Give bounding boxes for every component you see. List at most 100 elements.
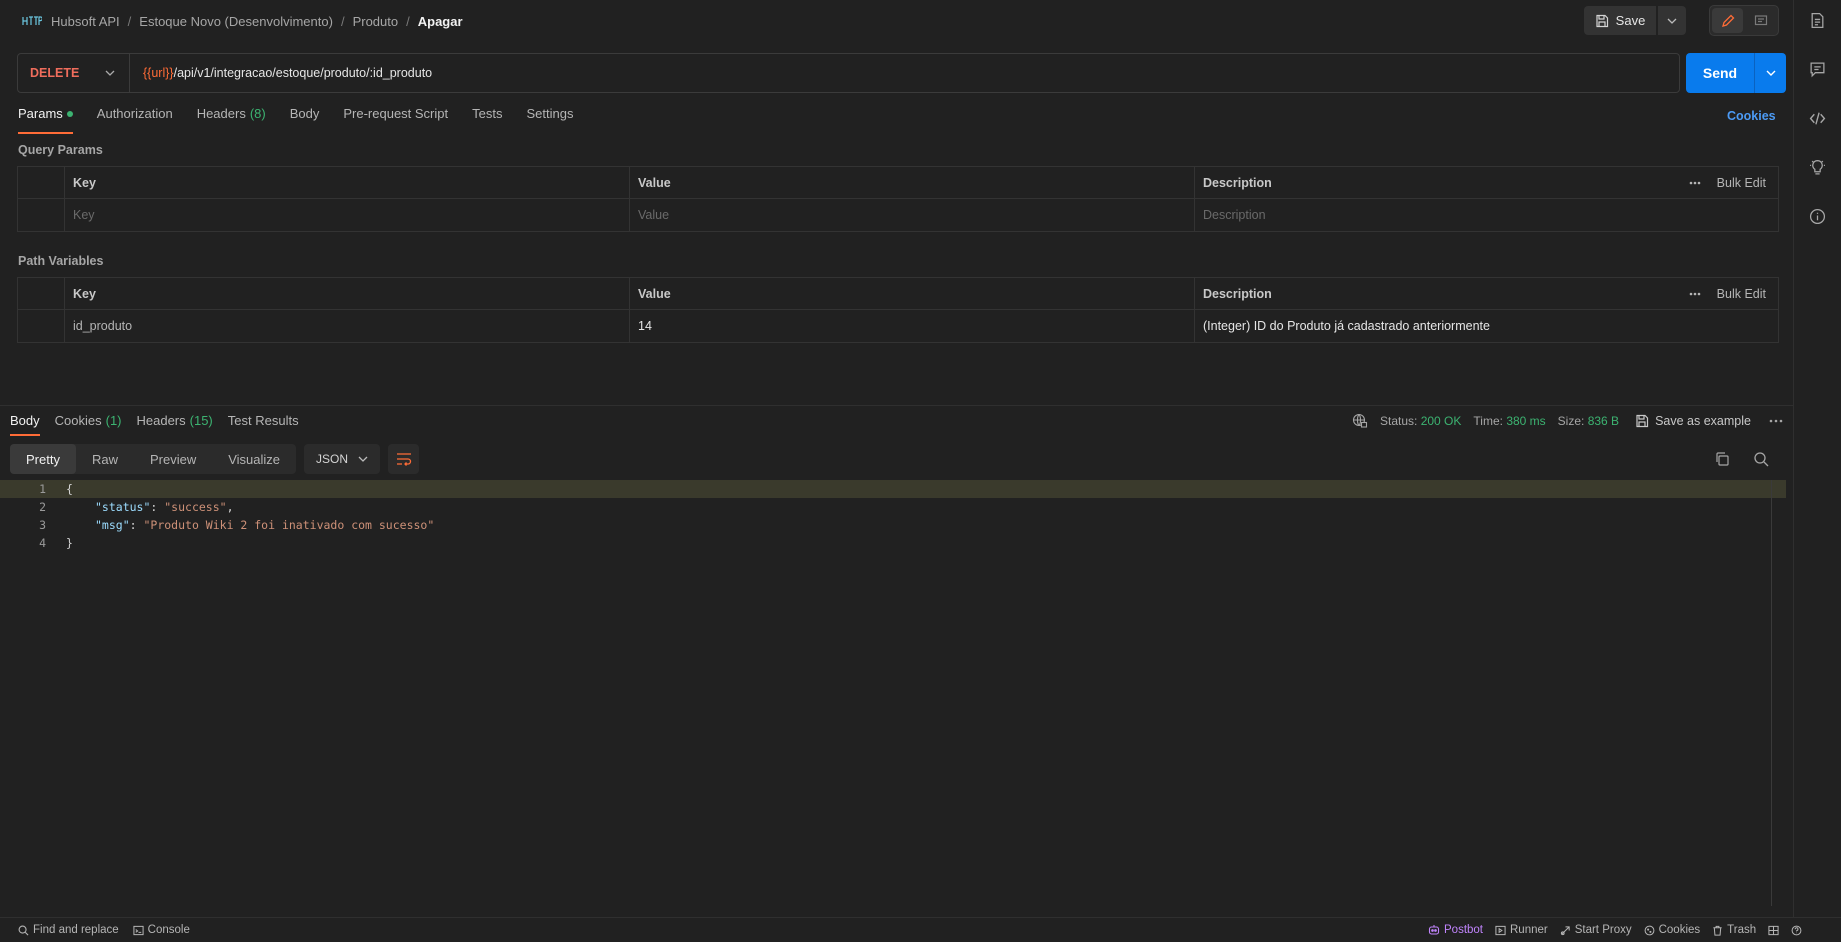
documentation-icon[interactable] [1806, 8, 1830, 32]
breadcrumb-item-folder[interactable]: Estoque Novo (Desenvolvimento) [139, 14, 333, 29]
view-pretty-button[interactable]: Pretty [10, 444, 76, 474]
tab-settings-label: Settings [526, 106, 574, 121]
json-key-msg: "msg" [95, 518, 130, 532]
tab-tests-label: Tests [472, 106, 503, 121]
comment-icon [1754, 14, 1768, 28]
save-button[interactable]: Save [1584, 6, 1656, 35]
breadcrumb-item-collection[interactable]: Hubsoft API [51, 14, 120, 29]
bulk-edit-button[interactable]: Bulk Edit [1717, 176, 1766, 190]
row-checkbox-cell [18, 310, 64, 342]
method-select[interactable]: DELETE [18, 54, 130, 92]
params-indicator-dot [66, 111, 73, 117]
description-input[interactable]: Description [1194, 199, 1778, 231]
response-tab-test-results[interactable]: Test Results [228, 413, 299, 436]
url-bar: DELETE {{url}}/api/v1/integracao/estoque… [17, 53, 1680, 93]
tab-pre-request-script[interactable]: Pre-request Script [343, 106, 448, 134]
url-input[interactable]: {{url}}/api/v1/integracao/estoque/produt… [130, 66, 432, 80]
help-icon[interactable] [1791, 925, 1802, 936]
cookies-link[interactable]: Cookies [1727, 109, 1776, 123]
save-as-example-label: Save as example [1655, 414, 1751, 428]
column-header-description: Description [1194, 278, 1679, 309]
edit-mode-button[interactable] [1712, 8, 1743, 33]
checkbox-column-header [18, 167, 64, 198]
response-tab-cookies[interactable]: Cookies (1) [55, 413, 122, 436]
response-divider[interactable] [0, 405, 1793, 406]
status-bar-right: Postbot Runner Start Proxy Cookies Trash [1428, 924, 1802, 936]
editor-scrollbar[interactable] [1771, 480, 1772, 906]
pencil-icon [1721, 14, 1735, 28]
value-input[interactable]: Value [629, 199, 1194, 231]
path-variable-value-input[interactable]: 14 [629, 310, 1194, 342]
response-body-editor[interactable]: 1 { 2 "status": "success", 3 "msg": "Pro… [0, 480, 1786, 552]
trash-button[interactable]: Trash [1712, 924, 1756, 936]
response-tab-headers[interactable]: Headers (15) [137, 413, 213, 436]
size-info[interactable]: Size: 836 B [1558, 414, 1619, 428]
column-header-key: Key [64, 278, 629, 309]
tab-authorization[interactable]: Authorization [97, 106, 173, 134]
send-options-button[interactable] [1754, 53, 1786, 93]
globe-icon[interactable] [1352, 413, 1368, 429]
status-info[interactable]: Status: 200 OK [1380, 414, 1461, 428]
postbot-label: Postbot [1444, 924, 1483, 936]
view-preview-button[interactable]: Preview [134, 444, 212, 474]
bulk-edit-button[interactable]: Bulk Edit [1717, 287, 1766, 301]
search-icon [18, 925, 29, 936]
console-button[interactable]: Console [133, 924, 190, 936]
cookies-button[interactable]: Cookies [1644, 924, 1700, 936]
save-icon [1635, 414, 1649, 428]
time-value: 380 ms [1506, 414, 1546, 428]
key-input[interactable]: Key [64, 199, 629, 231]
row-checkbox-cell [18, 199, 64, 231]
column-header-key: Key [64, 167, 629, 198]
response-cookies-count: (1) [105, 413, 122, 428]
save-as-example-button[interactable]: Save as example [1635, 414, 1751, 428]
tab-tests[interactable]: Tests [472, 106, 502, 134]
more-options-icon[interactable] [1769, 419, 1783, 423]
table-header-row: Key Value Description Bulk Edit [18, 278, 1778, 310]
tab-params[interactable]: Params [18, 106, 73, 134]
breadcrumb-item-subfolder[interactable]: Produto [353, 14, 399, 29]
code-text: { [46, 482, 73, 496]
code-snippet-icon[interactable] [1806, 106, 1830, 130]
code-line: 2 "status": "success", [0, 498, 1786, 516]
tab-settings[interactable]: Settings [526, 106, 573, 134]
console-icon [133, 925, 144, 936]
search-icon[interactable] [1753, 451, 1769, 467]
response-tab-cookies-label: Cookies [54, 413, 102, 428]
more-options-icon[interactable] [1689, 181, 1701, 185]
runner-label: Runner [1510, 924, 1548, 936]
view-raw-button[interactable]: Raw [76, 444, 134, 474]
wrap-lines-icon [396, 452, 412, 466]
time-info[interactable]: Time: 380 ms [1473, 414, 1545, 428]
info-icon[interactable] [1806, 204, 1830, 228]
table-actions: Bulk Edit [1679, 167, 1778, 198]
tab-body[interactable]: Body [290, 106, 320, 134]
path-variable-description-input[interactable]: (Integer) ID do Produto já cadastrado an… [1194, 310, 1778, 342]
lightbulb-icon[interactable] [1806, 155, 1830, 179]
start-proxy-button[interactable]: Start Proxy [1560, 924, 1632, 936]
wrap-lines-button[interactable] [388, 444, 420, 474]
find-replace-button[interactable]: Find and replace [18, 924, 119, 936]
tab-headers[interactable]: Headers (8) [197, 106, 266, 134]
layout-toggle-icon[interactable] [1768, 925, 1779, 936]
tab-authorization-label: Authorization [96, 106, 173, 121]
more-options-icon[interactable] [1689, 292, 1701, 296]
copy-icon[interactable] [1714, 451, 1730, 467]
send-button[interactable]: Send [1686, 53, 1754, 93]
headers-count: (8) [249, 106, 266, 121]
request-name[interactable]: Apagar [418, 14, 463, 29]
comment-mode-button[interactable] [1745, 8, 1776, 33]
save-options-button[interactable] [1658, 6, 1686, 35]
comments-icon[interactable] [1806, 57, 1830, 81]
view-visualize-button[interactable]: Visualize [212, 444, 296, 474]
code-line: 3 "msg": "Produto Wiki 2 foi inativado c… [0, 516, 1786, 534]
response-headers-count: (15) [189, 413, 213, 428]
runner-button[interactable]: Runner [1495, 924, 1548, 936]
response-tab-body[interactable]: Body [10, 413, 40, 436]
table-actions: Bulk Edit [1679, 278, 1778, 309]
view-mode-segment: Pretty Raw Preview Visualize [10, 444, 297, 474]
format-select[interactable]: JSON [304, 444, 381, 474]
open-brace: { [66, 482, 73, 496]
postbot-button[interactable]: Postbot [1428, 924, 1483, 936]
status-label: Status: [1380, 414, 1418, 428]
